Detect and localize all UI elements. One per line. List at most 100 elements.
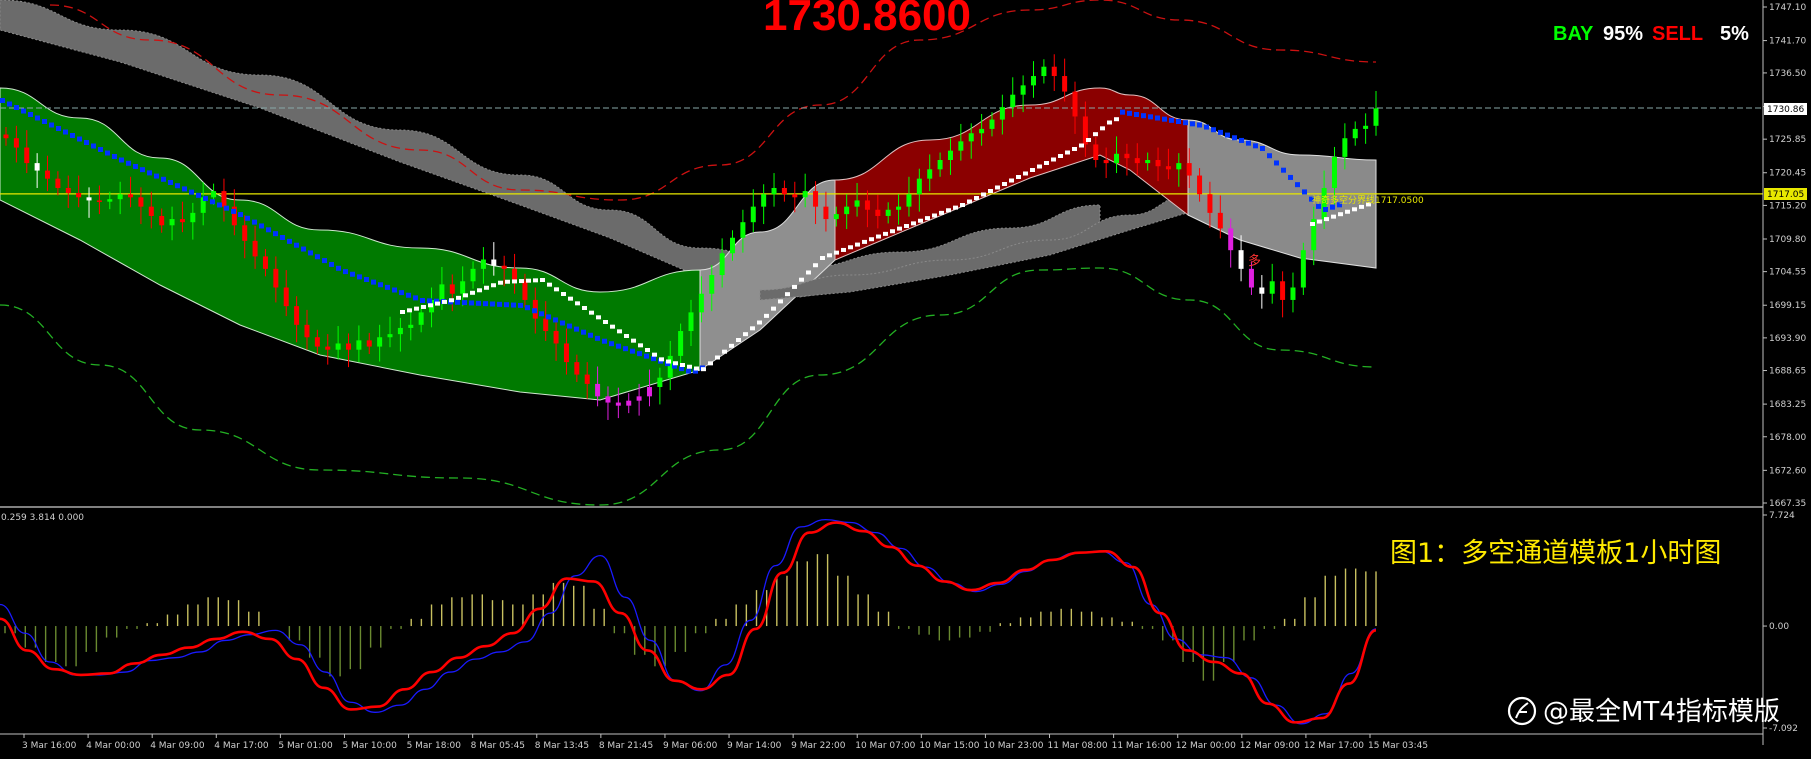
candle-body <box>1207 194 1213 213</box>
indicator-header: 0.259 3.814 0.000 <box>1 513 84 523</box>
candle-body <box>678 331 684 356</box>
white-trend-dot <box>470 290 475 295</box>
blue-trend-dot <box>532 308 537 314</box>
candle-body <box>968 133 974 142</box>
blue-trend-dot <box>371 279 376 285</box>
blue-trend-dot <box>322 258 327 264</box>
candle-body <box>802 191 808 198</box>
white-trend-dot <box>869 237 874 242</box>
candle-body <box>958 141 964 151</box>
white-trend-dot <box>946 208 951 213</box>
white-trend-dot <box>848 245 853 250</box>
blue-trend-dot <box>637 351 642 357</box>
white-trend-dot <box>435 301 440 306</box>
white-trend-dot <box>1044 161 1049 165</box>
candle-body <box>989 119 995 129</box>
candle-body <box>283 287 289 307</box>
candle-body <box>159 215 165 226</box>
blue-trend-dot <box>1176 119 1181 124</box>
blue-trend-dot <box>1281 167 1286 173</box>
blue-trend-dot <box>140 167 145 173</box>
time-tick-label: 12 Mar 09:00 <box>1240 741 1300 751</box>
candle-body <box>1331 156 1337 188</box>
white-trend-dot <box>918 218 923 223</box>
candle-body <box>1176 163 1182 170</box>
candle-body <box>1269 281 1275 294</box>
candle-body <box>1197 175 1203 195</box>
blue-trend-dot <box>1253 143 1258 149</box>
time-tick-label: 10 Mar 15:00 <box>919 741 979 751</box>
blue-trend-dot <box>1218 129 1223 135</box>
blue-trend-dot <box>63 129 68 135</box>
white-trend-dot <box>1051 157 1056 162</box>
time-tick-label: 8 Mar 05:45 <box>471 741 525 751</box>
white-trend-dot <box>715 355 720 360</box>
white-trend-dot <box>421 304 426 309</box>
white-trend-dot <box>967 199 972 204</box>
white-trend-dot <box>1093 132 1098 137</box>
price-tick-label: 1709.80 <box>1769 235 1806 245</box>
candle-body <box>688 312 694 332</box>
white-trend-dot <box>463 293 468 298</box>
candle-body <box>1051 66 1057 77</box>
price-tag-level: 1717.05 <box>1764 188 1807 200</box>
trading-chart[interactable]: 1747.101741.701736.501731.101725.851720.… <box>0 0 1811 759</box>
blue-trend-dot <box>469 300 474 306</box>
osc-tick-label: 7.724 <box>1769 511 1795 521</box>
blue-trend-dot <box>196 192 201 198</box>
candle-body <box>854 200 860 207</box>
white-trend-dot <box>631 338 636 343</box>
candle-body <box>667 355 673 378</box>
candle-body <box>636 396 642 401</box>
white-trend-dot <box>617 329 622 334</box>
candle-body <box>813 191 819 207</box>
white-trend-dot <box>757 320 762 325</box>
blue-trend-dot <box>126 160 131 166</box>
blue-trend-dot <box>98 147 103 152</box>
candle-body <box>1217 212 1223 229</box>
candle-body <box>1134 158 1140 164</box>
candle-body <box>55 178 61 188</box>
blue-trend-dot <box>294 242 299 248</box>
blue-trend-dot <box>1190 121 1195 127</box>
candle-body <box>1093 144 1099 160</box>
white-trend-dot <box>680 363 685 367</box>
blue-trend-dot <box>1211 127 1216 133</box>
current-price-title: 1730.8600 <box>763 0 971 40</box>
white-trend-dot <box>806 270 811 275</box>
white-trend-dot <box>1100 126 1105 131</box>
figure-caption: 图1：多空通道模板1小时图 <box>1390 538 1721 569</box>
blue-trend-dot <box>84 140 89 145</box>
white-trend-dot <box>519 279 524 284</box>
blue-trend-dot <box>42 119 47 124</box>
candle-body <box>626 400 632 406</box>
time-tick-label: 12 Mar 00:00 <box>1176 741 1236 751</box>
candle-body <box>906 194 912 207</box>
blue-trend-dot <box>315 254 320 260</box>
candle-body <box>117 194 123 200</box>
candle-body <box>1186 163 1192 176</box>
blue-trend-dot <box>70 133 75 138</box>
white-trend-dot <box>1072 147 1077 151</box>
white-trend-dot <box>974 196 979 200</box>
blue-trend-dot <box>1120 109 1125 115</box>
white-trend-dot <box>1065 150 1070 155</box>
blue-trend-dot <box>49 122 54 128</box>
blue-trend-dot <box>0 98 5 103</box>
white-trend-dot <box>897 226 902 231</box>
time-tick-label: 4 Mar 00:00 <box>86 741 141 751</box>
candle-body <box>335 343 341 350</box>
white-trend-dot <box>890 229 895 234</box>
long-marker-label: 多 <box>1248 253 1261 269</box>
blue-trend-dot <box>1274 160 1279 166</box>
white-trend-dot <box>939 210 944 215</box>
candle-body <box>937 159 943 170</box>
white-trend-dot <box>1317 219 1322 224</box>
white-trend-dot <box>799 277 804 282</box>
white-trend-dot <box>1324 217 1329 222</box>
candle-body <box>1103 159 1109 164</box>
candle-body <box>211 191 217 198</box>
price-tick-label: 1688.65 <box>1769 367 1806 377</box>
candle-body <box>470 268 476 282</box>
white-trend-dot <box>498 280 503 285</box>
